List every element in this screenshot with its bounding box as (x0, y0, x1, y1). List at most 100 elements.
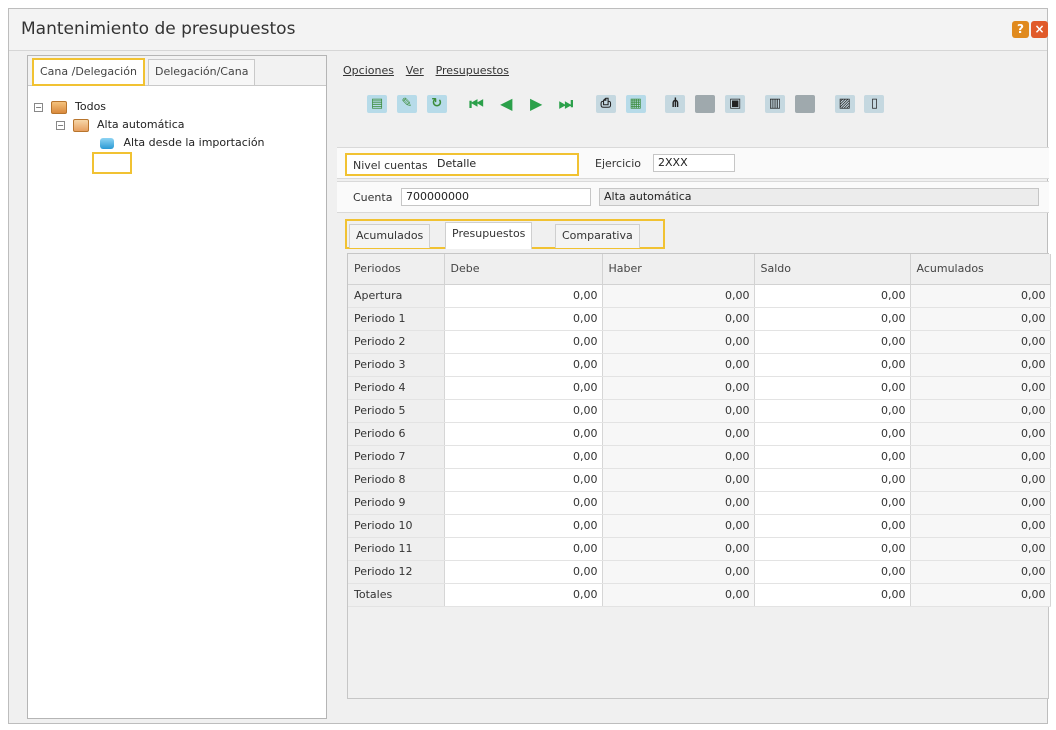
amount-cell[interactable]: 0,00 (602, 514, 755, 538)
tab-acumulados[interactable]: Acumulados (349, 224, 431, 248)
amount-cell[interactable]: 0,00 (754, 353, 911, 377)
menu-opciones[interactable]: Opciones (343, 64, 394, 77)
tab-cana-delegacion[interactable]: Cana /Delegación (32, 58, 145, 86)
title-bar: Mantenimiento de presupuestos ? × (9, 9, 1048, 51)
amount-cell[interactable]: 0,00 (754, 514, 911, 538)
amount-cell[interactable]: 0,00 (754, 284, 911, 308)
archive-icon[interactable]: ▣ (725, 95, 746, 113)
amount-cell[interactable]: 0,00 (444, 399, 603, 423)
amount-cell[interactable]: 0,00 (602, 422, 755, 446)
col-header-acumulados[interactable]: Acumulados (910, 254, 1051, 285)
col-header-haber[interactable]: Haber (602, 254, 755, 285)
amount-cell[interactable]: 0,00 (602, 445, 755, 469)
amount-cell[interactable]: 0,00 (444, 514, 603, 538)
amount-cell[interactable]: 0,00 (910, 468, 1051, 492)
document-icon[interactable]: ▯ (864, 95, 885, 113)
amount-cell[interactable]: 0,00 (910, 583, 1051, 607)
amount-cell[interactable]: 0,00 (910, 491, 1051, 515)
amount-cell[interactable]: 0,00 (444, 583, 603, 607)
amount-cell[interactable]: 0,00 (754, 307, 911, 331)
nivel-cuentas-select[interactable]: Detalle (433, 156, 573, 174)
amount-cell[interactable]: 0,00 (910, 284, 1051, 308)
amount-cell[interactable]: 0,00 (910, 537, 1051, 561)
amount-cell[interactable]: 0,00 (444, 284, 603, 308)
amount-cell[interactable]: 0,00 (754, 560, 911, 584)
amount-cell[interactable]: 0,00 (444, 376, 603, 400)
tab-presupuestos[interactable]: Presupuestos (445, 222, 533, 249)
amount-cell[interactable]: 0,00 (602, 560, 755, 584)
table-row: Periodo 7 0,00 0,00 0,00 0,00 (348, 445, 1051, 469)
amount-cell[interactable]: 0,00 (444, 330, 603, 354)
first-record-icon[interactable]: ⏮ (466, 95, 486, 113)
amount-cell[interactable]: 0,00 (444, 307, 603, 331)
amount-cell[interactable]: 0,00 (602, 537, 755, 561)
amount-cell[interactable]: 0,00 (444, 422, 603, 446)
tree-node-todos[interactable]: − Todos (34, 98, 106, 116)
tree-node-alta-importacion[interactable]: Alta desde la importación (100, 134, 265, 152)
edit-record-icon[interactable]: ✎ (396, 95, 417, 113)
new-record-icon[interactable]: ▤ (367, 95, 387, 113)
amount-cell[interactable]: 0,00 (754, 468, 911, 492)
amount-cell[interactable]: 0,00 (910, 560, 1051, 584)
amount-cell[interactable]: 0,00 (602, 284, 755, 308)
last-record-icon[interactable]: ⏭ (556, 95, 576, 113)
previous-record-icon[interactable]: ◀ (496, 95, 516, 113)
amount-cell[interactable]: 0,00 (910, 399, 1051, 423)
amount-cell[interactable]: 0,00 (754, 537, 911, 561)
print-icon[interactable]: ⎙ (595, 95, 616, 113)
amount-cell[interactable]: 0,00 (754, 330, 911, 354)
amount-cell[interactable]: 0,00 (444, 537, 603, 561)
tab-delegacion-cana[interactable]: Delegación/Cana (148, 59, 256, 85)
tree-node-label: Alta automática (97, 118, 185, 131)
col-header-periodos[interactable]: Periodos (348, 254, 445, 285)
amount-cell[interactable]: 0,00 (910, 353, 1051, 377)
refresh-icon[interactable]: ↻ (426, 95, 447, 113)
amount-cell[interactable]: 0,00 (602, 491, 755, 515)
left-tab-bar: Cana /Delegación Delegación/Cana (28, 56, 326, 86)
amount-cell[interactable]: 0,00 (602, 583, 755, 607)
cuenta-input[interactable]: 700000000 (401, 188, 591, 206)
ejercicio-input[interactable]: 2XXX (653, 154, 735, 172)
menu-ver[interactable]: Ver (406, 64, 424, 77)
tab-comparativa[interactable]: Comparativa (555, 224, 640, 248)
chart-icon[interactable]: ▨ (834, 95, 855, 113)
amount-cell[interactable]: 0,00 (444, 560, 603, 584)
amount-cell[interactable]: 0,00 (444, 468, 603, 492)
amount-cell[interactable]: 0,00 (910, 307, 1051, 331)
amount-cell[interactable]: 0,00 (602, 468, 755, 492)
hierarchy-icon[interactable]: ⋔ (665, 95, 686, 113)
import-icon[interactable]: ▥ (764, 95, 785, 113)
amount-cell[interactable]: 0,00 (910, 376, 1051, 400)
amount-cell[interactable]: 0,00 (910, 422, 1051, 446)
book-icon[interactable] (794, 95, 815, 113)
menu-presupuestos[interactable]: Presupuestos (436, 64, 509, 77)
collapse-toggle-icon[interactable]: − (34, 102, 43, 112)
tree-node-alta-automatica[interactable]: − Alta automática (56, 116, 185, 134)
next-record-icon[interactable]: ▶ (526, 95, 546, 113)
amount-cell[interactable]: 0,00 (910, 514, 1051, 538)
note-icon[interactable] (695, 95, 716, 113)
amount-cell[interactable]: 0,00 (602, 399, 755, 423)
help-icon[interactable]: ? (1012, 21, 1029, 38)
col-header-saldo[interactable]: Saldo (754, 254, 911, 285)
col-header-debe[interactable]: Debe (444, 254, 603, 285)
amount-cell[interactable]: 0,00 (602, 307, 755, 331)
close-icon[interactable]: × (1031, 21, 1048, 38)
amount-cell[interactable]: 0,00 (602, 330, 755, 354)
amount-cell[interactable]: 0,00 (754, 422, 911, 446)
amount-cell[interactable]: 0,00 (754, 583, 911, 607)
amount-cell[interactable]: 0,00 (754, 376, 911, 400)
amount-cell[interactable]: 0,00 (910, 445, 1051, 469)
excel-export-icon[interactable]: ▦ (625, 95, 646, 113)
amount-cell[interactable]: 0,00 (444, 445, 603, 469)
collapse-toggle-icon[interactable]: − (56, 120, 65, 130)
amount-cell[interactable]: 0,00 (444, 353, 603, 377)
amount-cell[interactable]: 0,00 (444, 491, 603, 515)
amount-cell[interactable]: 0,00 (910, 330, 1051, 354)
amount-cell[interactable]: 0,00 (754, 491, 911, 515)
amount-cell[interactable]: 0,00 (754, 445, 911, 469)
row-label: Periodo 12 (348, 560, 445, 584)
amount-cell[interactable]: 0,00 (602, 353, 755, 377)
amount-cell[interactable]: 0,00 (754, 399, 911, 423)
amount-cell[interactable]: 0,00 (602, 376, 755, 400)
